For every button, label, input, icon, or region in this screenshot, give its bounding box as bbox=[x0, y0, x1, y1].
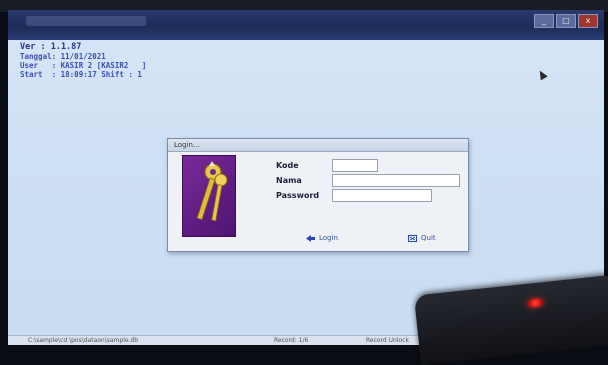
mouse-cursor-icon bbox=[536, 68, 548, 81]
window-controls: _ □ x bbox=[534, 14, 598, 28]
nama-input[interactable] bbox=[332, 174, 460, 187]
quit-button-label: Quit bbox=[421, 234, 436, 242]
kode-row: Kode bbox=[276, 159, 378, 172]
nama-row: Nama bbox=[276, 174, 460, 187]
kode-input[interactable] bbox=[332, 159, 378, 172]
session-info: Ver : 1.1.87 Tanggal: 11/01/2021 User : KA… bbox=[20, 42, 147, 80]
kode-label: Kode bbox=[276, 161, 299, 170]
status-record: Record: 1/6 bbox=[274, 337, 309, 344]
user-label: User : KASIR 2 [KASIR2 ] bbox=[20, 61, 147, 70]
close-button[interactable]: x bbox=[578, 14, 598, 28]
app-title-bar: _ □ x bbox=[8, 10, 604, 40]
password-row: Password bbox=[276, 189, 432, 202]
password-input[interactable] bbox=[332, 189, 432, 202]
keys-icon bbox=[182, 155, 236, 237]
login-button-label: Login bbox=[319, 234, 338, 242]
nama-label: Nama bbox=[276, 176, 302, 185]
status-path: C:\sample\cd \pos\dataon\sample.db bbox=[28, 337, 139, 344]
version-label: Ver : 1.1.87 bbox=[20, 42, 82, 52]
password-label: Password bbox=[276, 191, 320, 200]
login-arrow-icon bbox=[306, 234, 315, 242]
date-label: Tanggal: 11/01/2021 bbox=[20, 52, 106, 61]
quit-icon bbox=[408, 234, 417, 242]
app-title bbox=[26, 16, 146, 26]
maximize-button[interactable]: □ bbox=[556, 14, 576, 28]
status-lock: Record Unlock bbox=[366, 337, 409, 344]
minimize-button[interactable]: _ bbox=[534, 14, 554, 28]
login-button[interactable]: Login bbox=[306, 234, 338, 242]
dialog-title: Login... bbox=[168, 139, 468, 152]
quit-button[interactable]: Quit bbox=[408, 234, 436, 242]
login-dialog: Login... Kode Nama Password Login Quit bbox=[167, 138, 469, 252]
start-label: Start : 18:09:17 Shift : 1 bbox=[20, 70, 142, 79]
red-led-indicator bbox=[526, 298, 544, 308]
